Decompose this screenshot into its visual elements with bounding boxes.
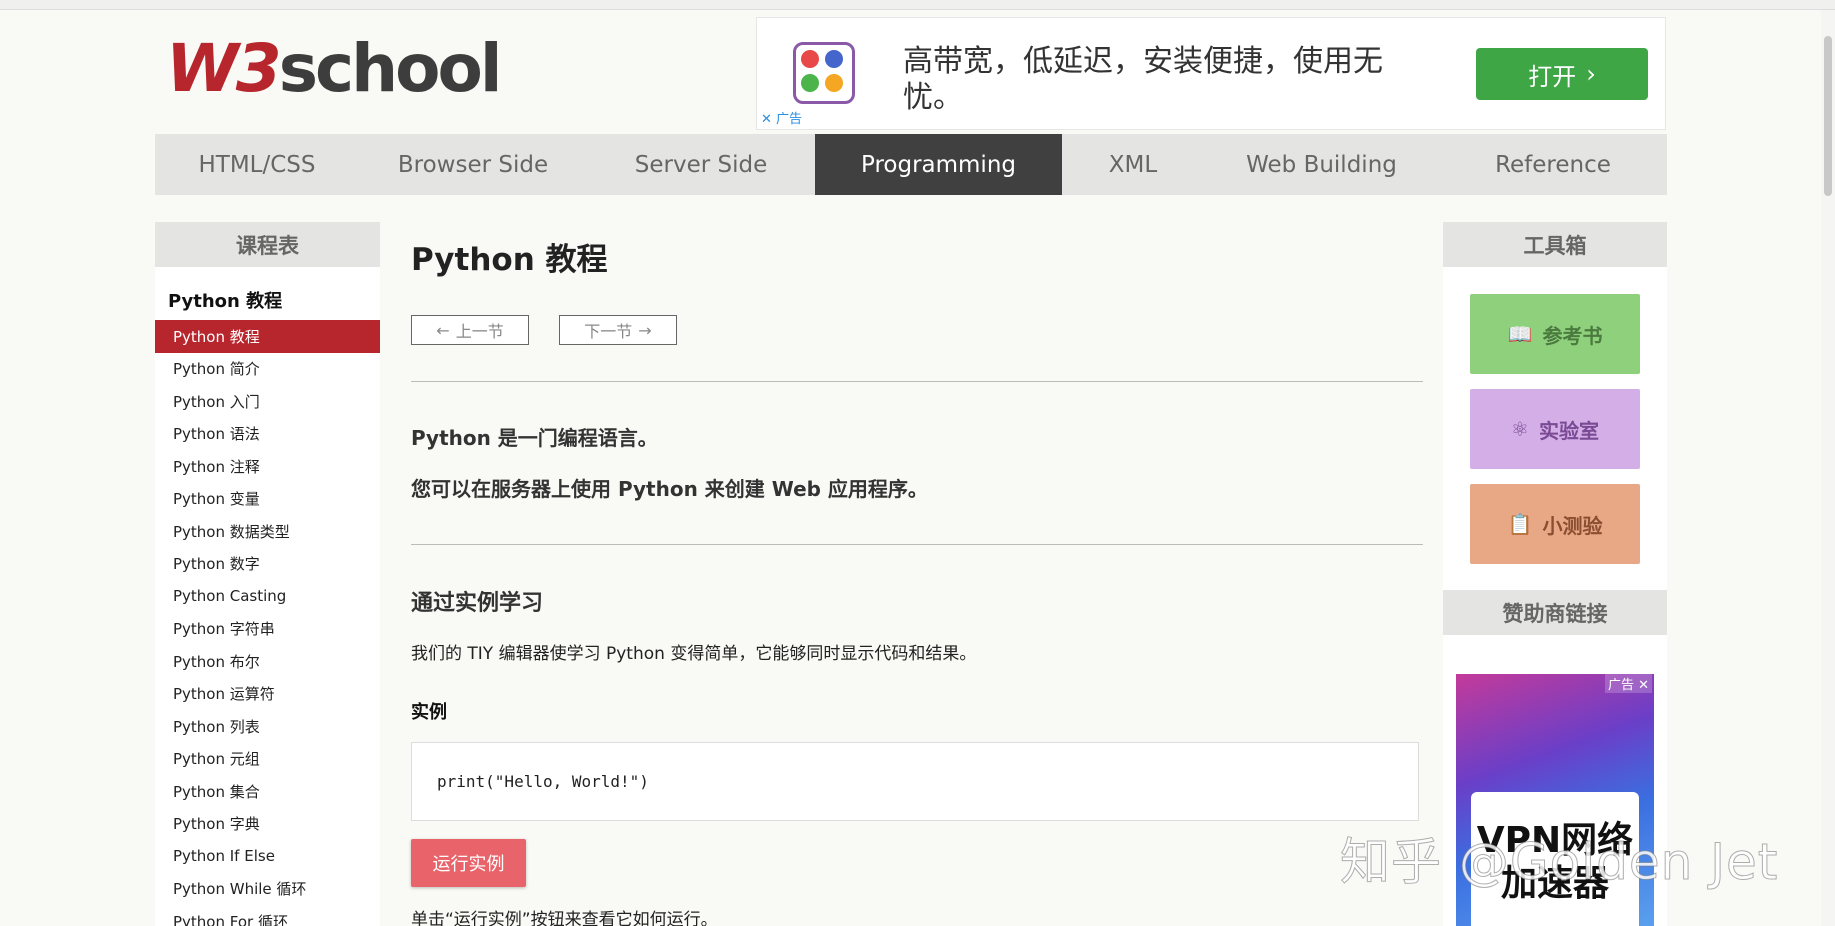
- nav-item-server-side[interactable]: Server Side: [587, 134, 815, 195]
- sponsor-ad-tag[interactable]: 广告 ✕: [1604, 674, 1652, 693]
- sidebar-item[interactable]: Python 教程: [155, 320, 380, 353]
- section-title: 通过实例学习: [411, 591, 544, 616]
- sidebar-item[interactable]: Python 数字: [155, 548, 380, 581]
- sponsor-ad-tag-label: 广告: [1607, 678, 1634, 693]
- sidebar-item[interactable]: Python 元组: [155, 743, 380, 776]
- prev-button[interactable]: ← 上一节: [411, 315, 529, 345]
- main-nav: HTML/CSS Browser Side Server Side Progra…: [155, 134, 1667, 195]
- sidebar-item[interactable]: Python 入门: [155, 385, 380, 418]
- tool-label: 参考书: [1542, 323, 1603, 348]
- ad-open-label: 打开: [1528, 62, 1577, 91]
- quiz-button[interactable]: 📋 小测验: [1470, 484, 1640, 564]
- reference-book-button[interactable]: 📖 参考书: [1470, 294, 1640, 374]
- browser-top-edge: [0, 0, 1835, 10]
- main-content: Python 教程 ← 上一节 下一节 → Python 是一门编程语言。 您可以在…: [411, 222, 1425, 926]
- site-logo[interactable]: W3school: [166, 36, 502, 102]
- logo-w3: W3: [166, 30, 282, 107]
- next-label: 下一节: [584, 322, 633, 341]
- sidebar-item[interactable]: Python 注释: [155, 450, 380, 483]
- sponsor-header: 赞助商链接: [1443, 590, 1667, 635]
- sidebar-item[interactable]: Python 运算符: [155, 678, 380, 711]
- watermark: 知乎 @Golden Jet: [1339, 833, 1779, 892]
- lab-button[interactable]: ⚛ 实验室: [1470, 389, 1640, 469]
- sidebar-item[interactable]: Python 变量: [155, 483, 380, 516]
- sidebar-item[interactable]: Python 布尔: [155, 645, 380, 678]
- code-example: print("Hello, World!"): [411, 742, 1419, 821]
- ad-text: 高带宽，低延迟，安装便捷，使用无忧。: [903, 44, 1383, 115]
- ad-tag-label: 广告: [776, 112, 803, 127]
- run-hint: 单击“运行实例”按钮来查看它如何运行。: [411, 910, 718, 926]
- nav-item-html-css[interactable]: HTML/CSS: [155, 134, 359, 195]
- section-text: 我们的 TIY 编辑器使学习 Python 变得简单，它能够同时显示代码和结果。: [411, 644, 977, 664]
- sidebar-item[interactable]: Python For 循环: [155, 905, 380, 926]
- app-icon: [793, 42, 855, 104]
- ad-tag[interactable]: ✕ 广告: [761, 108, 802, 127]
- sidebar-item[interactable]: Python 简介: [155, 353, 380, 386]
- scrollbar-thumb[interactable]: [1824, 36, 1832, 196]
- sidebar-item[interactable]: Python Casting: [155, 580, 380, 613]
- prev-label: 上一节: [455, 322, 504, 341]
- divider: [411, 381, 1423, 382]
- course-sidebar: 课程表 Python 教程 Python 教程 Python 简介 Python…: [155, 222, 380, 926]
- arrow-left-icon: ←: [436, 320, 450, 340]
- close-icon[interactable]: ✕: [1638, 678, 1649, 693]
- arrow-right-icon: →: [638, 320, 652, 340]
- nav-item-xml[interactable]: XML: [1062, 134, 1204, 195]
- lead-line-2: 您可以在服务器上使用 Python 来创建 Web 应用程序。: [411, 477, 928, 501]
- sidebar-item[interactable]: Python 字典: [155, 808, 380, 841]
- sidebar-header: 课程表: [155, 222, 380, 267]
- divider: [411, 544, 1423, 545]
- lead-line-1: Python 是一门编程语言。: [411, 426, 658, 450]
- run-example-button[interactable]: 运行实例: [411, 839, 526, 887]
- pager: ← 上一节 下一节 →: [411, 315, 1425, 345]
- sidebar-item[interactable]: Python If Else: [155, 840, 380, 873]
- atom-icon: ⚛: [1511, 417, 1529, 441]
- sidebar-title: Python 教程: [168, 291, 283, 312]
- page-title: Python 教程: [411, 242, 608, 278]
- nav-item-browser-side[interactable]: Browser Side: [359, 134, 587, 195]
- clipboard-icon: 📋: [1507, 512, 1533, 536]
- toolbox-header: 工具箱: [1443, 222, 1667, 267]
- example-label: 实例: [411, 702, 447, 723]
- ad-open-button[interactable]: 打开 ›: [1476, 48, 1648, 100]
- toolbox-sidebar: 工具箱 📖 参考书 ⚛ 实验室 📋 小测验 赞助商链接 广告 ✕ VPN网络 加速器: [1443, 222, 1667, 926]
- sidebar-item[interactable]: Python 列表: [155, 710, 380, 743]
- tool-label: 实验室: [1538, 418, 1599, 443]
- tool-label: 小测验: [1542, 513, 1603, 538]
- sidebar-item[interactable]: Python 字符串: [155, 613, 380, 646]
- top-advertisement[interactable]: 高带宽，低延迟，安装便捷，使用无忧。 打开 › ✕ 广告: [756, 17, 1666, 130]
- sidebar-item[interactable]: Python 语法: [155, 418, 380, 451]
- close-icon[interactable]: ✕: [761, 112, 772, 127]
- next-button[interactable]: 下一节 →: [559, 315, 677, 345]
- logo-school: school: [278, 30, 503, 107]
- sidebar-item[interactable]: Python While 循环: [155, 873, 380, 906]
- sidebar-item[interactable]: Python 数据类型: [155, 515, 380, 548]
- sidebar-list: Python 教程 Python 简介 Python 入门 Python 语法 …: [155, 320, 380, 926]
- book-icon: 📖: [1507, 322, 1533, 346]
- nav-item-web-building[interactable]: Web Building: [1204, 134, 1439, 195]
- sidebar-item[interactable]: Python 集合: [155, 775, 380, 808]
- nav-item-reference[interactable]: Reference: [1439, 134, 1667, 195]
- nav-item-programming[interactable]: Programming: [815, 134, 1062, 195]
- page-scrollbar[interactable]: [1821, 10, 1835, 926]
- chevron-right-icon: ›: [1586, 60, 1596, 88]
